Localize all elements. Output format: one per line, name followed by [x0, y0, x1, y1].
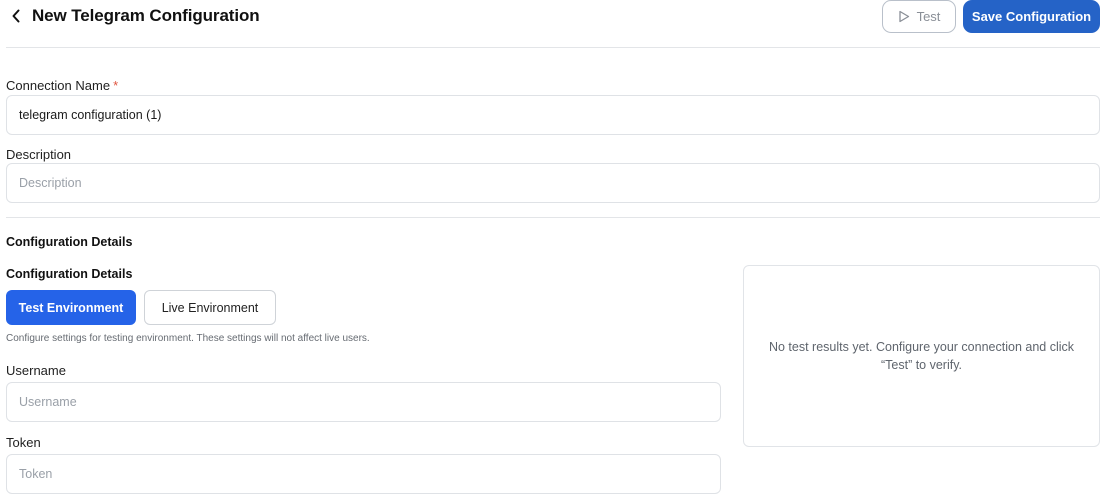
- test-results-empty-text: No test results yet. Configure your conn…: [768, 340, 1074, 372]
- section-title: Configuration Details: [6, 235, 133, 249]
- save-configuration-button[interactable]: Save Configuration: [963, 0, 1100, 33]
- section-divider: [6, 217, 1100, 218]
- username-input[interactable]: [6, 382, 721, 422]
- tab-test-environment[interactable]: Test Environment: [6, 290, 136, 325]
- connection-name-input[interactable]: [6, 95, 1100, 135]
- description-label: Description: [6, 147, 72, 162]
- required-marker: *: [113, 78, 119, 93]
- connection-name-label: Connection Name *: [6, 78, 119, 93]
- subsection-title: Configuration Details: [6, 267, 133, 281]
- chevron-left-icon: [12, 9, 20, 23]
- header-divider: [6, 47, 1100, 48]
- username-label: Username: [6, 363, 66, 378]
- environment-helper-text: Configure settings for testing environme…: [6, 333, 370, 344]
- page-title: New Telegram Configuration: [32, 6, 260, 25]
- test-button-label: Test: [916, 9, 941, 24]
- tab-live-environment[interactable]: Live Environment: [144, 290, 276, 325]
- test-results-panel: No test results yet. Configure your conn…: [743, 265, 1100, 447]
- page-header: New Telegram Configuration Test Save Con…: [0, 0, 1110, 48]
- back-button[interactable]: [8, 7, 24, 25]
- token-label: Token: [6, 435, 41, 450]
- play-icon: [898, 10, 909, 23]
- description-input[interactable]: [6, 163, 1100, 203]
- test-button[interactable]: Test: [882, 0, 956, 33]
- token-input[interactable]: [6, 454, 721, 494]
